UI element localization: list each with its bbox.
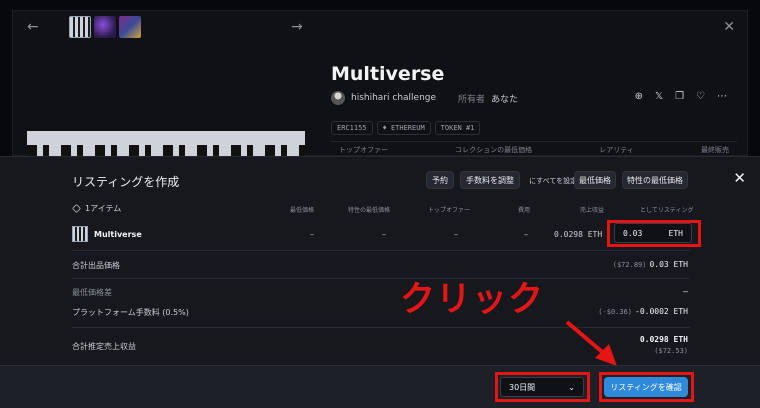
background-nft-page: ← → ✕ Multiverse hishihari challenge 所有者… (12, 10, 749, 157)
modal-close-icon[interactable]: ✕ (733, 169, 746, 187)
col-list-as: としてリスティング (640, 207, 694, 214)
trait-floor-button[interactable]: 特性の最低価格 (622, 171, 688, 189)
total-price-usd: ($72.89) (612, 261, 647, 269)
modal-title: リスティングを作成 (72, 175, 180, 189)
attr-top-offer: トップオファー (339, 145, 388, 154)
item-count-label: 1アイテム (85, 204, 122, 213)
estimated-proceeds-value: 0.0298 ETH (639, 335, 688, 344)
owner-row: hishihari challenge 所有者 あなた (331, 91, 518, 105)
create-listing-modal: リスティングを作成 予約 手数料を調整 にすべてを設定 最低価格 特性の最低価格… (0, 156, 760, 408)
modal-footer: 30日間 ⌄ リスティングを確認 (0, 365, 760, 408)
nft-details: ✕ Multiverse hishihari challenge 所有者 あなた… (331, 11, 749, 157)
highlight-duration-box (495, 372, 590, 402)
token-tags: ERC1155 ♦ ETHEREUM TOKEN #1 (331, 121, 481, 135)
total-price-value: ($72.89) 0.03 ETH (613, 260, 688, 269)
set-all-label: にすべてを設定 (529, 177, 578, 185)
tag-chain: ♦ ETHEREUM (376, 121, 431, 135)
platform-fee-eth: -0.0002 ETH (635, 307, 688, 316)
estimated-proceeds-usd: ($72.53) (654, 347, 688, 355)
owner-name[interactable]: hishihari challenge (351, 93, 436, 103)
row-proceeds: 0.0298 ETH (554, 230, 603, 239)
media-panel: ← → (13, 11, 319, 157)
attribute-headers: トップオファー コレクションの最低価格 レアリティ 最終販売 (331, 141, 737, 157)
owner-label: 所有者 (458, 94, 486, 105)
action-icons: ⊕ 𝕏 ❐ ♡ ⋯ (635, 91, 727, 102)
thumbnail-2[interactable] (94, 16, 116, 38)
annotation-arrow-icon (565, 320, 617, 366)
item-thumbnail (72, 226, 88, 242)
attr-collection-floor: コレクションの最低価格 (455, 145, 533, 154)
col-cost: 費用 (518, 207, 531, 214)
x-logo-icon[interactable]: 𝕏 (655, 91, 663, 102)
divider (72, 250, 690, 251)
thumbnail-1[interactable] (69, 16, 91, 38)
row-top-offer: – (454, 230, 458, 239)
heart-icon[interactable]: ♡ (696, 91, 705, 102)
highlight-price-box (607, 220, 701, 247)
thumbnail-3[interactable] (119, 16, 141, 38)
click-annotation: クリック (400, 280, 545, 320)
col-proceeds: 売上収益 (580, 207, 605, 214)
platform-fee-value: (-$0.36) -0.0002 ETH (598, 307, 688, 316)
row-trait-floor: – (382, 230, 386, 239)
col-trait-floor: 特性の最低価格 (348, 207, 391, 214)
floor-diff-value: – (683, 287, 688, 296)
row-floor: – (310, 230, 314, 239)
platform-fee-label: プラットフォーム手数料 (0.5%) (72, 308, 189, 317)
highlight-confirm-box (599, 372, 694, 402)
stack-icon (72, 204, 81, 213)
floor-price-button[interactable]: 最低価格 (574, 171, 616, 189)
item-name: Multiverse (94, 230, 142, 239)
thumbnail-strip (69, 16, 141, 38)
row-cost: – (524, 230, 528, 239)
col-top-offer: トップオファー (428, 207, 471, 214)
tag-standard: ERC1155 (331, 121, 373, 135)
total-price-eth: 0.03 ETH (649, 260, 688, 269)
more-icon[interactable]: ⋯ (717, 91, 727, 102)
attr-last-sale: 最終販売 (700, 145, 729, 154)
copy-icon[interactable]: ❐ (675, 91, 684, 102)
tag-token: TOKEN #1 (434, 121, 481, 135)
globe-icon[interactable]: ⊕ (635, 91, 643, 102)
arrow-right-icon[interactable]: → (291, 19, 303, 35)
nft-title: Multiverse (331, 63, 445, 85)
col-floor: 最低価格 (290, 207, 315, 214)
reserve-button[interactable]: 予約 (426, 171, 454, 189)
floor-diff-label: 最低価格差 (72, 288, 112, 297)
item-count: 1アイテム (72, 203, 121, 214)
attr-rarity: レアリティ (599, 145, 634, 154)
estimated-proceeds-label: 合計推定売上収益 (72, 342, 136, 351)
total-price-label: 合計出品価格 (72, 261, 120, 270)
avatar (331, 91, 345, 105)
close-icon[interactable]: ✕ (723, 19, 735, 35)
divider (72, 278, 690, 279)
arrow-left-icon[interactable]: ← (27, 19, 39, 35)
platform-fee-usd: (-$0.36) (598, 308, 633, 316)
adjust-fee-button[interactable]: 手数料を調整 (460, 171, 520, 189)
owner-value: あなた (491, 94, 519, 105)
nft-artwork (27, 131, 305, 157)
